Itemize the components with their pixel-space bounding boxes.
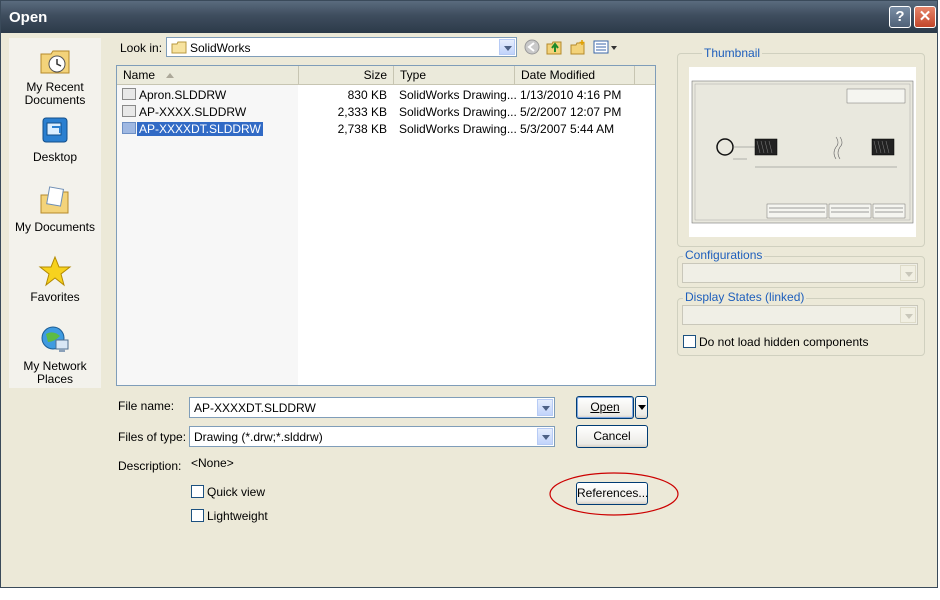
solidworks-drawing-icon xyxy=(122,105,136,117)
file-type: SolidWorks Drawing... xyxy=(399,88,517,102)
lightweight-label: Lightweight xyxy=(207,509,268,523)
description-value: <None> xyxy=(191,456,234,470)
column-header-date[interactable]: Date Modified xyxy=(515,66,635,85)
description-label: Description: xyxy=(118,459,182,473)
drawing-preview-image xyxy=(689,67,916,237)
place-label: Desktop xyxy=(32,150,78,164)
table-row[interactable]: Apron.SLDDRW 830 KB SolidWorks Drawing..… xyxy=(117,86,655,103)
chevron-down-icon[interactable] xyxy=(537,399,553,416)
open-options-button[interactable] xyxy=(635,396,648,419)
favorites-icon xyxy=(38,255,72,287)
file-size: 2,738 KB xyxy=(337,122,387,136)
files-of-type-dropdown[interactable]: Drawing (*.drw;*.slddrw) xyxy=(189,426,555,447)
thumbnail-label: Thumbnail xyxy=(702,46,763,60)
new-folder-icon[interactable] xyxy=(569,39,587,57)
sort-ascending-icon xyxy=(166,73,175,79)
help-button[interactable]: ? xyxy=(889,6,911,28)
hidden-components-label: Do not load hidden components xyxy=(699,335,869,349)
file-date: 1/13/2010 4:16 PM xyxy=(520,88,622,102)
desktop-icon xyxy=(42,117,68,143)
network-places-icon xyxy=(41,326,69,352)
open-button[interactable]: Open xyxy=(576,396,634,419)
files-of-type-label: Files of type: xyxy=(118,430,187,444)
file-name-label: File name: xyxy=(118,399,175,413)
display-states-label: Display States (linked) xyxy=(683,290,807,304)
places-bar: My Recent Documents Desktop My Documents… xyxy=(9,38,101,388)
file-size: 830 KB xyxy=(347,88,387,102)
column-header-type[interactable]: Type xyxy=(394,66,515,85)
place-network[interactable]: My Network Places xyxy=(9,324,101,386)
look-in-dropdown[interactable]: SolidWorks xyxy=(166,37,517,57)
place-my-documents[interactable]: My Documents xyxy=(9,185,101,234)
up-folder-icon[interactable] xyxy=(545,39,563,57)
chevron-down-icon xyxy=(638,405,646,410)
cancel-button[interactable]: Cancel xyxy=(576,425,648,448)
display-states-dropdown[interactable] xyxy=(682,305,918,325)
configurations-dropdown[interactable] xyxy=(682,263,918,283)
place-favorites[interactable]: Favorites xyxy=(9,255,101,304)
column-header-size[interactable]: Size xyxy=(299,66,394,85)
file-date: 5/3/2007 5:44 AM xyxy=(520,122,615,136)
configurations-label: Configurations xyxy=(683,248,765,262)
place-label: My Recent Documents xyxy=(24,80,86,107)
place-recent-documents[interactable]: My Recent Documents xyxy=(9,45,101,107)
look-in-label: Look in: xyxy=(120,41,163,55)
file-size: 2,333 KB xyxy=(337,105,387,119)
table-row-selected[interactable]: AP-XXXXDT.SLDDRW 2,738 KB SolidWorks Dra… xyxy=(117,120,655,137)
solidworks-drawing-icon xyxy=(122,122,136,134)
place-label: My Network Places xyxy=(23,359,87,386)
lightweight-checkbox[interactable] xyxy=(191,509,204,522)
hidden-components-checkbox[interactable] xyxy=(683,335,696,348)
table-row[interactable]: AP-XXXX.SLDDRW 2,333 KB SolidWorks Drawi… xyxy=(117,103,655,120)
quick-view-checkbox[interactable] xyxy=(191,485,204,498)
chevron-down-icon[interactable] xyxy=(499,39,515,55)
chevron-down-icon xyxy=(900,265,916,281)
column-header-filler xyxy=(635,66,655,85)
file-name: AP-XXXXDT.SLDDRW xyxy=(137,122,263,136)
file-type: SolidWorks Drawing... xyxy=(399,105,517,119)
file-list[interactable]: Name Size Type Date Modified Apron.SLDDR… xyxy=(116,65,656,386)
close-button[interactable]: ✕ xyxy=(914,6,936,28)
chevron-down-icon[interactable] xyxy=(537,428,553,445)
folder-icon xyxy=(171,41,187,54)
file-name: AP-XXXX.SLDDRW xyxy=(139,105,247,119)
chevron-down-icon xyxy=(900,307,916,323)
place-desktop[interactable]: Desktop xyxy=(9,115,101,164)
back-icon[interactable] xyxy=(523,39,541,57)
file-name-field[interactable]: AP-XXXXDT.SLDDRW xyxy=(189,397,555,418)
file-name: Apron.SLDDRW xyxy=(139,88,227,102)
place-label: Favorites xyxy=(30,290,80,304)
window-title: Open xyxy=(9,9,48,26)
recent-documents-icon xyxy=(40,50,70,74)
annotation-ellipse xyxy=(549,472,679,516)
thumbnail-preview xyxy=(689,67,916,237)
file-date: 5/2/2007 12:07 PM xyxy=(520,105,622,119)
file-type: SolidWorks Drawing... xyxy=(399,122,517,136)
quick-view-label: Quick view xyxy=(207,485,266,499)
place-label: My Documents xyxy=(14,220,96,234)
my-documents-icon xyxy=(40,186,69,214)
title-bar[interactable]: Open ? ✕ xyxy=(1,1,937,33)
solidworks-drawing-icon xyxy=(122,88,136,100)
view-menu-icon[interactable] xyxy=(593,39,619,57)
open-dialog: Open ? ✕ My Recent Documents Desktop My … xyxy=(0,0,938,588)
column-header-name[interactable]: Name xyxy=(117,66,299,85)
